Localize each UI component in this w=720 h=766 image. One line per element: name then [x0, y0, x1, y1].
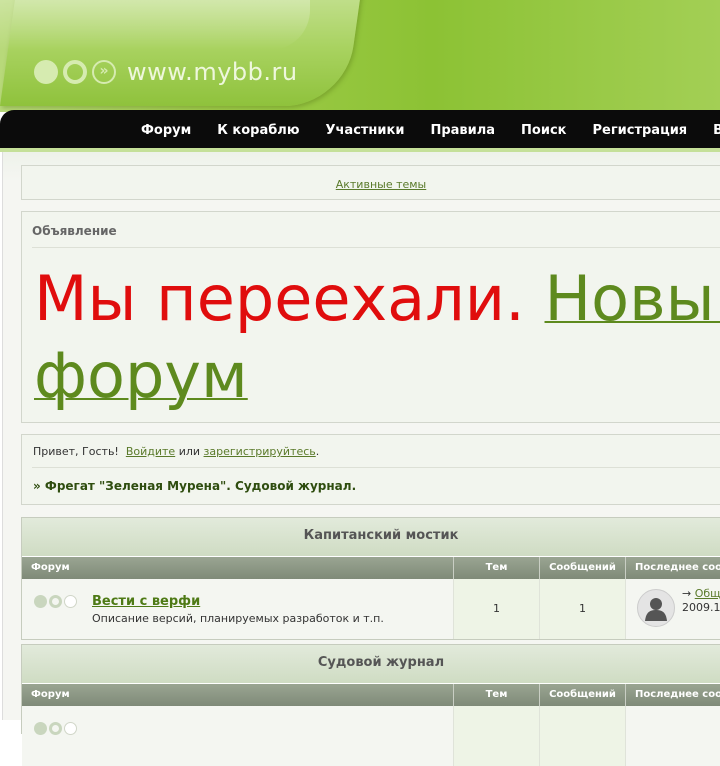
- forum-cell: Вести с верфи Описание версий, планируем…: [22, 579, 454, 639]
- site-logo[interactable]: » www.mybb.ru: [34, 58, 298, 86]
- forum-row: [22, 706, 720, 766]
- forum-row: Вести с верфи Описание версий, планируем…: [22, 579, 720, 639]
- register-link[interactable]: зарегистрируйтесь: [204, 445, 316, 458]
- nav-item-login[interactable]: В: [700, 110, 720, 148]
- nav-item-to-ship[interactable]: К кораблю: [204, 110, 312, 148]
- status-empty-icon: [64, 595, 77, 608]
- nav-link-to-ship[interactable]: К кораблю: [217, 123, 299, 138]
- welcome-divider: [32, 467, 720, 468]
- breadcrumb: » Фрегат "Зеленая Мурена". Судовой журна…: [33, 479, 357, 493]
- last-post-link[interactable]: Общ: [695, 587, 720, 600]
- forum-description: Описание версий, планируемых разработок …: [92, 612, 384, 625]
- forum-cell: [22, 706, 454, 766]
- nav-item-register[interactable]: Регистрация: [580, 110, 701, 148]
- forum-name-link[interactable]: Вести с верфи: [92, 594, 200, 609]
- last-post-topic: → Общ: [682, 587, 720, 600]
- site-header: » www.mybb.ru: [0, 0, 720, 112]
- greeting-text: Привет, Гость!: [33, 445, 119, 458]
- announcement-moved-text: Мы переехали.: [34, 262, 545, 335]
- active-topics-box: Активные темы: [21, 165, 720, 200]
- category-title: Капитанский мостик: [22, 518, 720, 557]
- login-link[interactable]: Войдите: [126, 445, 175, 458]
- column-header-posts: Сообщений: [540, 557, 626, 579]
- active-topics-link[interactable]: Активные темы: [336, 178, 427, 191]
- last-post-date: 2009.10: [682, 601, 720, 614]
- nav-link-forum[interactable]: Форум: [141, 123, 191, 138]
- announcement-box: Объявление Мы переехали. Новый форум: [21, 211, 720, 423]
- forum-last-post-cell: → Общ 2009.10: [626, 579, 720, 639]
- column-header-topics: Тем: [454, 557, 540, 579]
- forum-last-post-cell: [626, 706, 720, 766]
- announcement-title: Объявление: [32, 224, 117, 238]
- nav-link-search[interactable]: Поиск: [521, 123, 566, 138]
- category-title: Судовой журнал: [22, 645, 720, 684]
- main-navigation: Форум К кораблю Участники Правила Поиск …: [0, 110, 720, 148]
- welcome-line: Привет, Гость! Войдите или зарегистрируй…: [33, 445, 319, 458]
- nav-item-forum[interactable]: Форум: [128, 110, 204, 148]
- arrow-icon: →: [682, 587, 692, 600]
- logo-dot-filled-icon: [34, 60, 58, 84]
- column-header-posts: Сообщений: [540, 684, 626, 706]
- logo-double-chevron-icon: »: [92, 60, 116, 84]
- status-dot-icon: [34, 722, 47, 735]
- status-empty-icon: [64, 722, 77, 735]
- nav-link-register[interactable]: Регистрация: [593, 123, 688, 138]
- forum-status-icons: [34, 722, 79, 735]
- status-dot-icon: [34, 595, 47, 608]
- forum-posts-count: [540, 706, 626, 766]
- forum-status-icons: [34, 595, 79, 608]
- column-header-forum: Форум: [22, 557, 454, 579]
- status-ring-icon: [49, 595, 62, 608]
- announcement-divider: [32, 247, 720, 248]
- logo-text: www.mybb.ru: [127, 58, 298, 86]
- forum-topics-count: [454, 706, 540, 766]
- category-ship-log: Судовой журнал Форум Тем Сообщений После…: [21, 644, 720, 766]
- header-highlight: [0, 0, 310, 50]
- main-content: Активные темы Объявление Мы переехали. Н…: [2, 152, 720, 766]
- category-header-row: Форум Тем Сообщений Последнее сообщение: [22, 684, 720, 706]
- welcome-box: Привет, Гость! Войдите или зарегистрируй…: [21, 434, 720, 505]
- status-ring-icon: [49, 722, 62, 735]
- column-header-last-post: Последнее сообщение: [635, 689, 720, 700]
- nav-link-members[interactable]: Участники: [325, 123, 404, 138]
- announcement-text: Мы переехали. Новый форум: [34, 260, 720, 414]
- nav-item-members[interactable]: Участники: [312, 110, 417, 148]
- forum-posts-count: 1: [540, 579, 626, 639]
- nav-item-search[interactable]: Поиск: [508, 110, 579, 148]
- column-header-forum: Форум: [22, 684, 454, 706]
- nav-link-rules[interactable]: Правила: [430, 123, 495, 138]
- category-captains-bridge: Капитанский мостик Форум Тем Сообщений П…: [21, 517, 720, 640]
- category-header-row: Форум Тем Сообщений Последнее сообщение: [22, 557, 720, 579]
- nav-item-rules[interactable]: Правила: [417, 110, 508, 148]
- logo-dot-ring-icon: [63, 60, 87, 84]
- nav-link-login[interactable]: В: [713, 123, 720, 138]
- column-header-last-post: Последнее сообщение: [635, 562, 720, 573]
- or-text: или: [178, 445, 201, 458]
- column-header-topics: Тем: [454, 684, 540, 706]
- forum-topics-count: 1: [454, 579, 540, 639]
- user-avatar-icon[interactable]: [637, 589, 675, 627]
- period-text: .: [315, 445, 320, 458]
